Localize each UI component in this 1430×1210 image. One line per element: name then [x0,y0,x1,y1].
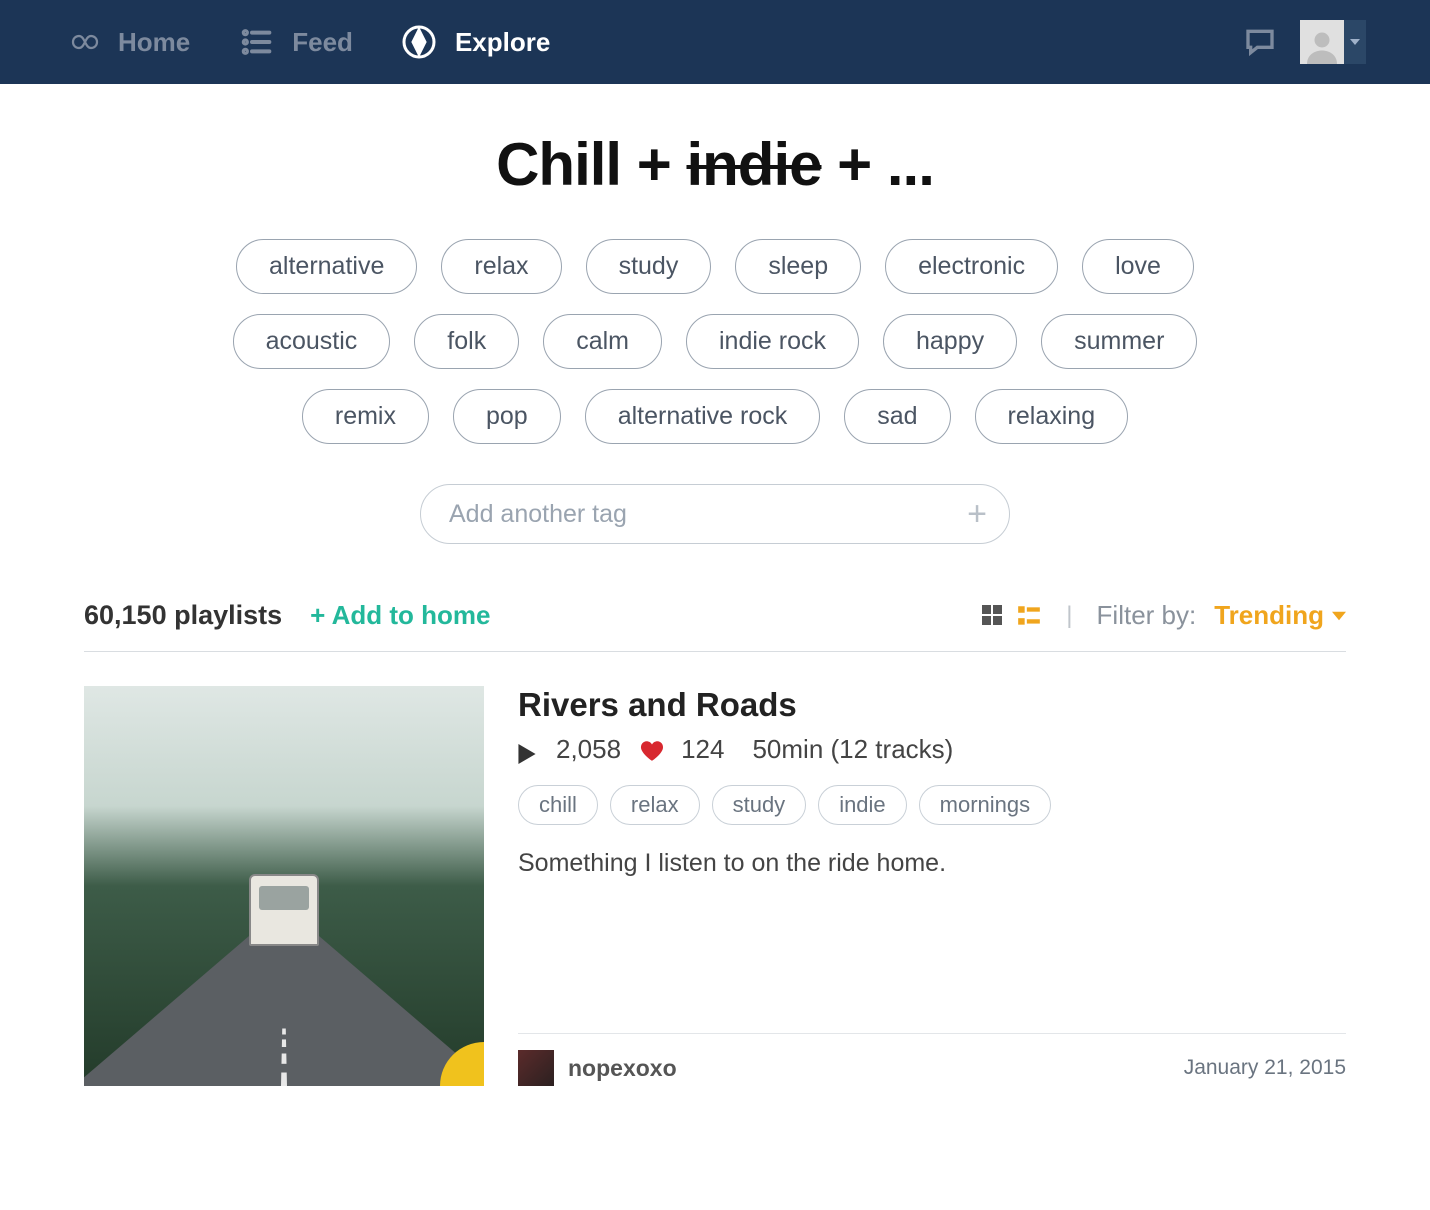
avatar [1300,20,1344,64]
tag-cloud: alternative relax study sleep electronic… [0,239,1430,444]
add-to-home[interactable]: + Add to home [310,600,490,631]
playlist-tags: chill relax study indie mornings [518,785,1346,825]
tag-calm[interactable]: calm [543,314,662,369]
tag-relaxing[interactable]: relaxing [975,389,1129,444]
nav-feed-label: Feed [292,27,353,58]
heading-plus-2: + [837,131,887,198]
grid-view-icon[interactable] [980,603,1006,629]
mini-tag-relax[interactable]: relax [610,785,700,825]
author-avatar [518,1050,554,1086]
playlist-stats: 2,058 124 50min (12 tracks) [518,734,1346,765]
add-tag-input[interactable] [449,500,967,529]
heart-icon[interactable] [639,738,663,762]
tag-indie-rock[interactable]: indie rock [686,314,859,369]
mini-tag-study[interactable]: study [712,785,807,825]
list-view-icon[interactable] [1016,603,1042,629]
mini-tag-mornings[interactable]: mornings [919,785,1051,825]
list-icon [238,24,274,60]
mini-tag-chill[interactable]: chill [518,785,598,825]
compass-icon [401,24,437,60]
duration: 50min (12 tracks) [752,734,953,765]
mini-tag-indie[interactable]: indie [818,785,906,825]
nav-explore[interactable]: Explore [401,24,550,60]
play-icon [518,740,538,760]
nav-explore-label: Explore [455,27,550,58]
chat-icon[interactable] [1244,26,1276,58]
tag-sad[interactable]: sad [844,389,950,444]
playlist-count: 60,150 playlists [84,600,282,631]
tag-row-2: acoustic folk calm indie rock happy summ… [233,314,1198,369]
add-tag-wrap: + [0,484,1430,544]
heading-plus-1: + [637,131,687,198]
results-left: 60,150 playlists + Add to home [84,600,490,631]
tag-pop[interactable]: pop [453,389,561,444]
filter-dropdown[interactable]: Trending [1214,600,1346,631]
divider: | [1066,602,1072,630]
tag-row-3: remix pop alternative rock sad relaxing [302,389,1128,444]
heading: Chill + indie + ... [0,130,1430,199]
results-bar: 60,150 playlists + Add to home | Filter … [84,600,1346,652]
caret-down-icon [1344,20,1366,64]
playlist-title[interactable]: Rivers and Roads [518,686,1346,724]
author[interactable]: nopexoxo [518,1050,677,1086]
tag-sleep[interactable]: sleep [735,239,861,294]
playlist-cover[interactable] [84,686,484,1086]
results-right: | Filter by: Trending [980,600,1346,631]
tag-relax[interactable]: relax [441,239,561,294]
playlist-card: Rivers and Roads 2,058 124 50min (12 tra… [84,686,1346,1086]
nav-home-label: Home [118,27,190,58]
user-menu[interactable] [1300,20,1366,64]
caret-down-icon [1332,611,1346,621]
nav-left: Home Feed Explore [64,24,550,60]
playlist-date: January 21, 2015 [1184,1056,1346,1080]
tag-alternative-rock[interactable]: alternative rock [585,389,821,444]
like-count: 124 [681,734,724,765]
plus-icon[interactable]: + [967,495,987,534]
nav-home[interactable]: Home [64,24,190,60]
tag-love[interactable]: love [1082,239,1194,294]
author-name: nopexoxo [568,1055,677,1082]
play-count: 2,058 [556,734,621,765]
tag-folk[interactable]: folk [414,314,519,369]
nav-right [1244,20,1366,64]
playlist-description: Something I listen to on the ride home. [518,849,1346,878]
playlist-body: Rivers and Roads 2,058 124 50min (12 tra… [518,686,1346,1086]
tag-study[interactable]: study [586,239,712,294]
infinity-icon [64,24,100,60]
heading-tag2[interactable]: indie [686,131,821,198]
playlist-footer: nopexoxo January 21, 2015 [518,1033,1346,1086]
heading-ellipsis: ... [887,131,934,198]
tag-alternative[interactable]: alternative [236,239,417,294]
heading-tag1[interactable]: Chill [496,131,621,198]
tag-row-1: alternative relax study sleep electronic… [236,239,1194,294]
navbar: Home Feed Explore [0,0,1430,84]
add-tag-field[interactable]: + [420,484,1010,544]
filter-value-text: Trending [1214,600,1324,631]
tag-electronic[interactable]: electronic [885,239,1058,294]
filter-label: Filter by: [1097,600,1197,631]
tag-acoustic[interactable]: acoustic [233,314,391,369]
tag-remix[interactable]: remix [302,389,429,444]
view-toggle [980,603,1042,629]
nav-feed[interactable]: Feed [238,24,353,60]
tag-summer[interactable]: summer [1041,314,1197,369]
tag-happy[interactable]: happy [883,314,1017,369]
